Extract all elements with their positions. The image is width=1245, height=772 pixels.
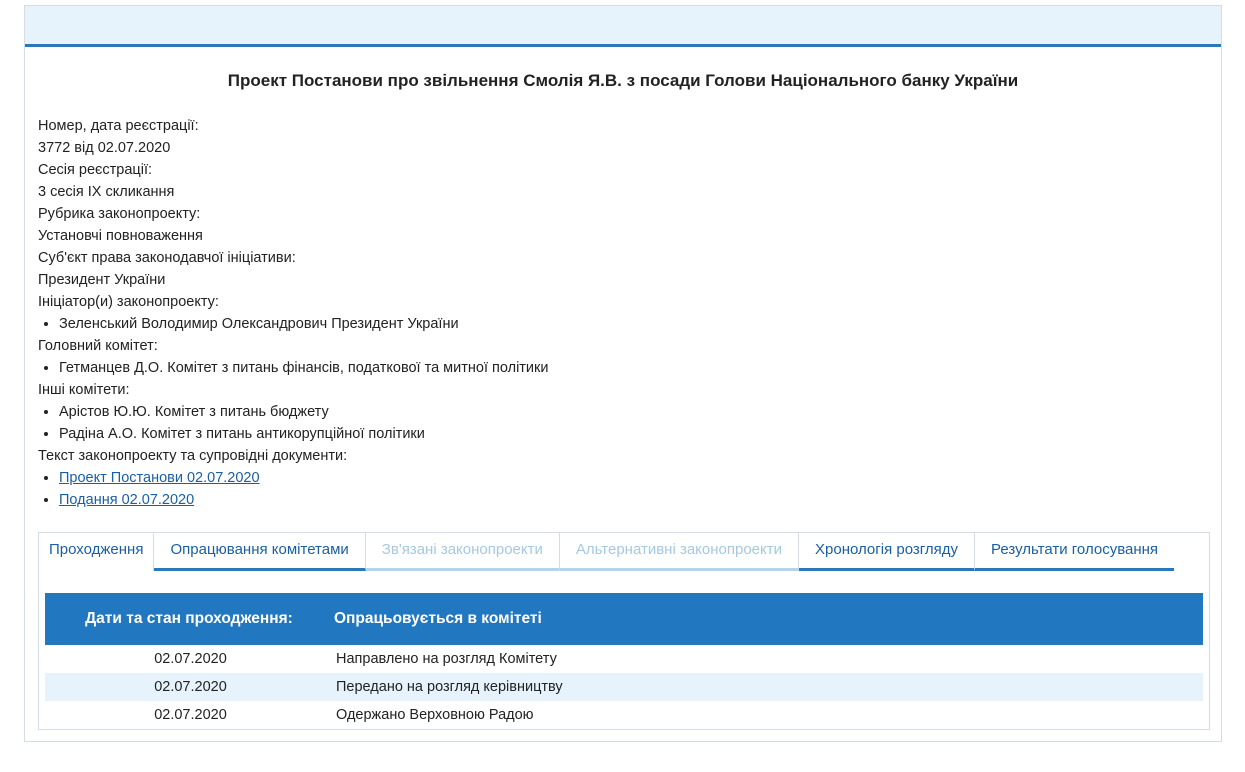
table-row: 02.07.2020 Направлено на розгляд Комітет… [45,645,1203,673]
rubric-value: Установчі повноваження [38,228,203,244]
doc-item: Подання 02.07.2020 [59,489,548,511]
list-item: Арістов Ю.Ю. Комітет з питань бюджету [59,401,548,423]
initiators-list: Зеленський Володимир Олександрович Прези… [38,313,548,335]
row-date: 02.07.2020 [154,707,227,723]
row-status: Направлено на розгляд Комітету [336,651,557,667]
reg-label: Номер, дата реєстрації: [38,118,199,134]
other-committees-list: Арістов Ю.Ю. Комітет з питань бюджету Ра… [38,401,548,445]
other-committees-label: Інші комітети: [38,382,130,398]
tab-chronology[interactable]: Хронологія розгляду [799,533,976,571]
list-item: Гетманцев Д.О. Комітет з питань фінансів… [59,357,548,379]
tabs-panel: Проходження Опрацювання комітетами Зв'яз… [38,532,1210,730]
session-label: Сесія реєстрації: [38,162,153,178]
row-status: Передано на розгляд керівництву [336,679,563,695]
table-row: 02.07.2020 Передано на розгляд керівницт… [45,673,1203,701]
list-item: Зеленський Володимир Олександрович Прези… [59,313,548,335]
top-bar [25,6,1221,47]
tab-progress[interactable]: Проходження [39,533,155,571]
progress-table-header: Дати та стан проходження: Опрацьовується… [45,593,1203,645]
page-title: Проект Постанови про звільнення Смолія Я… [227,71,1019,90]
header-status: Опрацьовується в комітеті [334,610,542,627]
bill-info: Номер, дата реєстрації: 3772 від 02.07.2… [38,115,548,511]
tab-related-bills[interactable]: Зв'язані законопроекти [365,533,560,571]
rubric-label: Рубрика законопроекту: [38,206,201,222]
doc-item: Проект Постанови 02.07.2020 [59,467,548,489]
subject-label: Суб'єкт права законодавчої ініціативи: [38,250,296,266]
row-date: 02.07.2020 [154,651,227,667]
docs-label: Текст законопроекту та супровідні докуме… [38,448,348,464]
docs-list: Проект Постанови 02.07.2020 Подання 02.0… [38,467,548,511]
tab-voting-results[interactable]: Результати голосування [975,533,1175,571]
bill-card: Проект Постанови про звільнення Смолія Я… [24,5,1222,742]
session-value: 3 сесія IX скликання [38,184,175,200]
tab-bar: Проходження Опрацювання комітетами Зв'яз… [39,533,1209,571]
tab-alternative-bills[interactable]: Альтернативні законопроекти [559,533,800,571]
row-date: 02.07.2020 [154,679,227,695]
table-row: 02.07.2020 Одержано Верховною Радою [45,701,1203,729]
main-committee-label: Головний комітет: [38,338,158,354]
initiators-label: Ініціатор(и) законопроекту: [38,294,219,310]
header-dates: Дати та стан проходження: [85,610,293,627]
reg-value: 3772 від 02.07.2020 [38,140,171,156]
tab-committees[interactable]: Опрацювання комітетами [154,533,366,571]
list-item: Радіна А.О. Комітет з питань антикорупці… [59,423,548,445]
subject-value: Президент України [38,272,166,288]
main-committee-list: Гетманцев Д.О. Комітет з питань фінансів… [38,357,548,379]
doc-link-submission[interactable]: Подання 02.07.2020 [59,492,194,508]
doc-link-resolution[interactable]: Проект Постанови 02.07.2020 [59,470,260,486]
row-status: Одержано Верховною Радою [336,707,534,723]
